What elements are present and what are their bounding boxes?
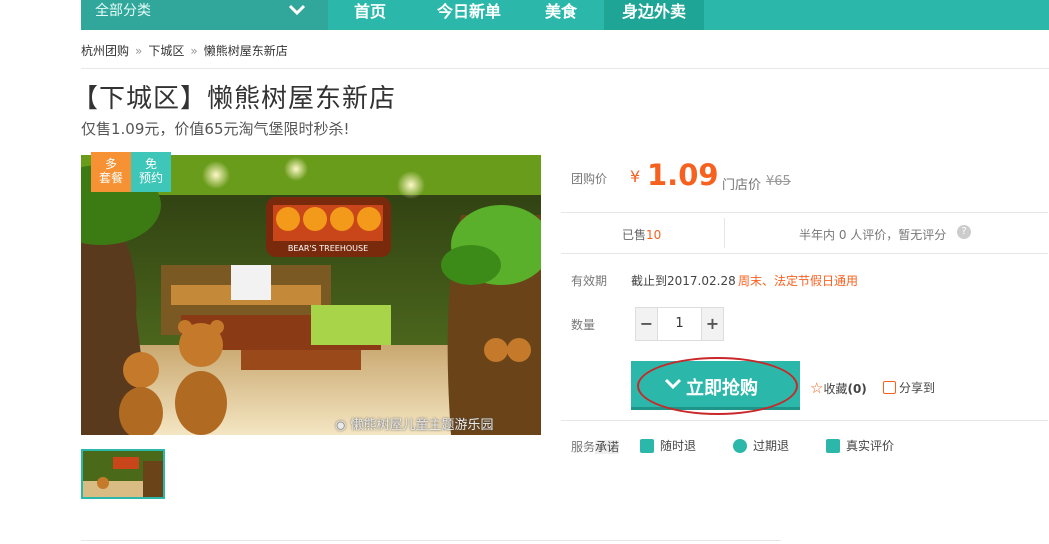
divider <box>561 420 1048 421</box>
image-thumbnail[interactable] <box>81 449 165 499</box>
category-dropdown[interactable]: 全部分类 <box>81 0 328 30</box>
refund-anytime-icon <box>640 439 654 453</box>
deal-subtitle: 仅售1.09元，价值65元淘气堡限时秒杀! <box>81 120 350 138</box>
sign-text: BEAR'S TREEHOUSE <box>288 244 368 253</box>
quantity-stepper: − 1 + <box>635 307 724 341</box>
store-price-label: 门店价 <box>722 178 762 193</box>
quantity-input[interactable]: 1 <box>658 308 701 340</box>
breadcrumb-district[interactable]: 下城区 <box>148 42 184 59</box>
quantity-minus-button[interactable]: − <box>636 308 658 340</box>
divider <box>724 218 725 248</box>
thumbnail-photo <box>83 451 163 497</box>
wechat-icon: ◉ <box>335 418 347 433</box>
nav-home[interactable]: 首页 <box>339 0 401 30</box>
validity-label: 有效期 <box>571 274 608 288</box>
divider <box>561 253 1048 254</box>
breadcrumb-separator: » <box>135 44 143 58</box>
breadcrumb-separator: » <box>190 44 198 58</box>
quantity-label: 数量 <box>571 318 596 332</box>
annotation-circle <box>637 357 798 415</box>
breadcrumb-current: 懒熊树屋东新店 <box>203 44 288 58</box>
validity-note[interactable]: 周末、法定节假日通用 <box>738 272 858 289</box>
store-price: ¥65 <box>766 174 791 189</box>
service-label: 服务承诺 <box>571 440 620 454</box>
page-title: 【下城区】懒熊树屋东新店 <box>72 84 397 114</box>
share-button[interactable]: 分享到 <box>883 379 935 396</box>
divider <box>81 540 781 541</box>
rating-summary: 半年内 0 人评价，暂无评分 <box>799 228 947 242</box>
share-icon <box>883 381 896 394</box>
service-refund-anytime: 随时退 <box>640 437 696 454</box>
validity-date: 截止到2017.02.28 <box>631 274 736 288</box>
breadcrumb: 杭州团购 » 下城区 » 懒熊树屋东新店 <box>81 42 288 59</box>
nav-food[interactable]: 美食 <box>531 0 591 30</box>
quantity-plus-button[interactable]: + <box>701 308 723 340</box>
user-icon <box>826 439 840 453</box>
badge-no-reservation: 免预约 <box>131 152 171 192</box>
image-watermark: ◉ 懒熊树屋儿童主题游乐园 <box>335 418 494 433</box>
breadcrumb-city[interactable]: 杭州团购 <box>81 42 129 59</box>
category-label: 全部分类 <box>95 3 151 19</box>
divider <box>561 212 1048 213</box>
nav-today-new[interactable]: 今日新单 <box>421 0 517 30</box>
deal-price: 1.09 <box>647 158 719 192</box>
price-label: 团购价 <box>571 172 608 186</box>
chevron-down-icon <box>288 4 306 16</box>
divider <box>81 68 1049 69</box>
playground-photo: BEAR'S TREEHOUSE <box>81 155 541 435</box>
star-icon: ☆ <box>810 379 824 397</box>
refund-expired-icon <box>733 439 747 453</box>
sold-count: 已售10 <box>622 228 662 242</box>
help-icon[interactable]: ? <box>957 225 971 239</box>
badge-multi-package: 多套餐 <box>91 152 131 192</box>
price-currency: ¥ <box>630 167 641 186</box>
deal-main-image: BEAR'S TREEHOUSE <box>81 155 541 435</box>
favorite-button[interactable]: ☆收藏(0) <box>810 379 867 397</box>
service-refund-expired: 过期退 <box>733 437 789 454</box>
service-real-reviews: 真实评价 <box>826 437 894 454</box>
nav-takeout[interactable]: 身边外卖 <box>604 0 704 30</box>
top-nav: 全部分类 首页 今日新单 美食 身边外卖 <box>81 0 1049 30</box>
